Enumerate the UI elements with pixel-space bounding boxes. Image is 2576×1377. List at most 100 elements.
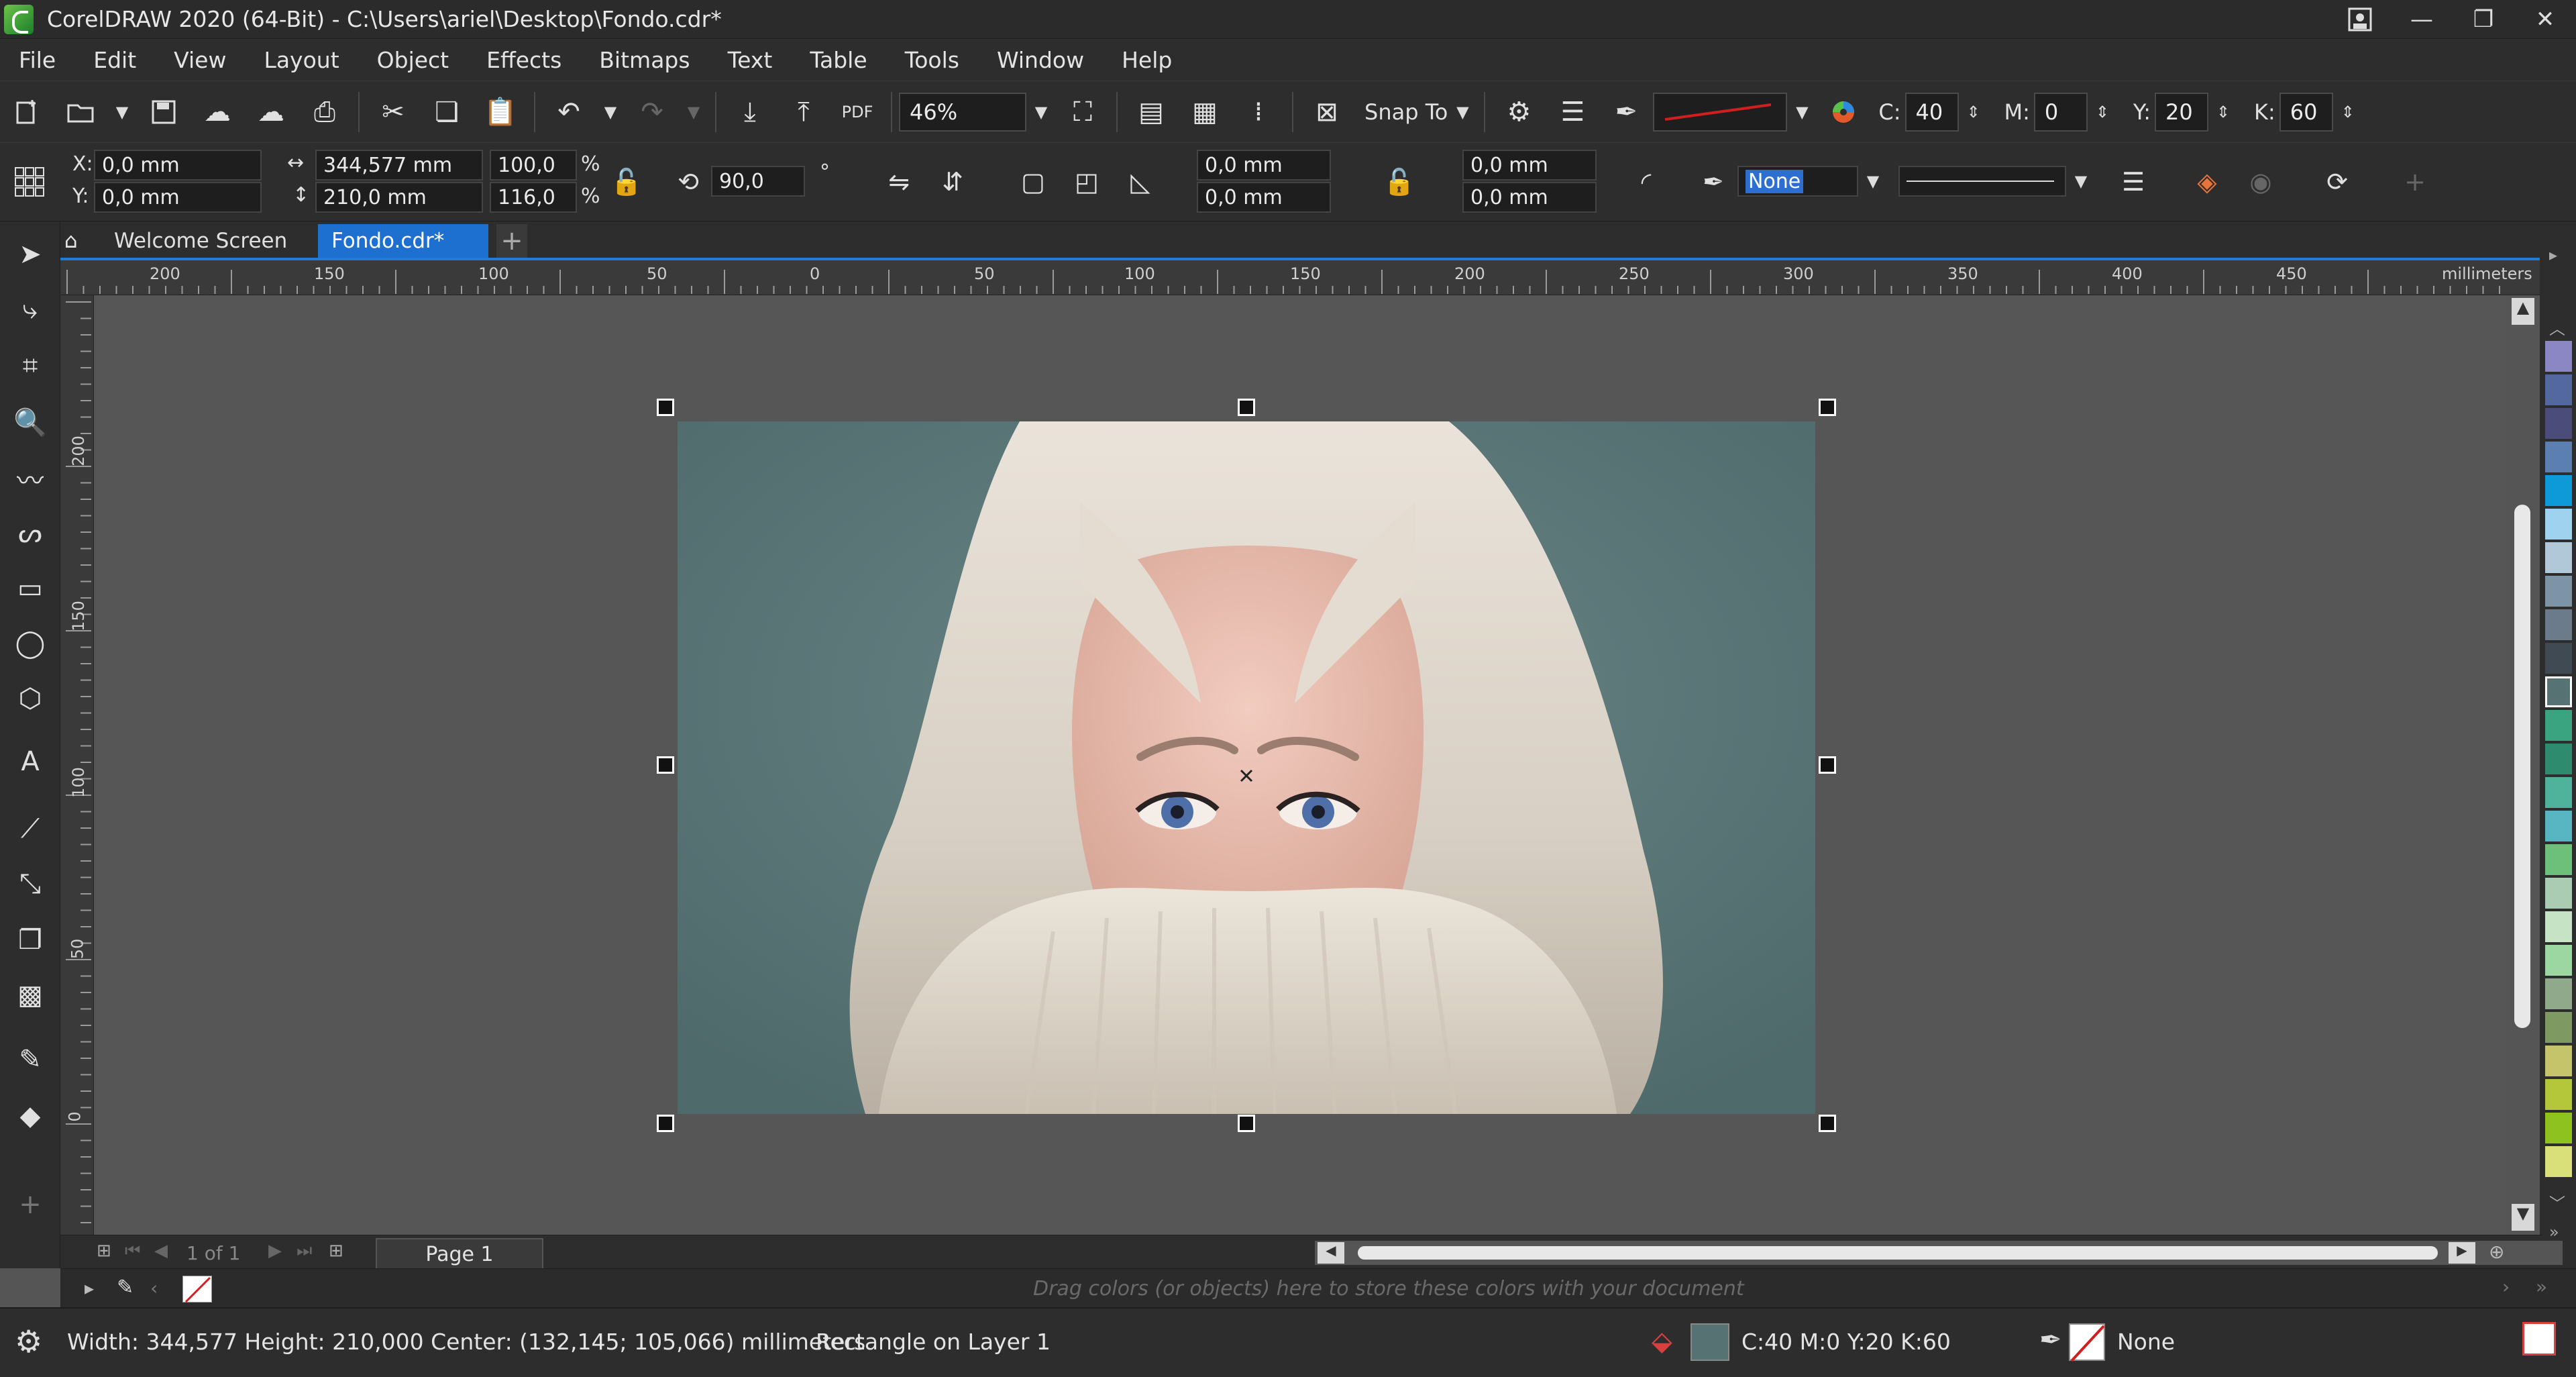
palette-color-swatch[interactable] (2545, 1146, 2572, 1177)
resize-handle-right[interactable] (1819, 756, 1836, 774)
eyedropper-icon[interactable]: ✎ (117, 1276, 133, 1299)
resize-handle-bottom-left[interactable] (657, 1115, 674, 1132)
corner-radius-bottom-right-input[interactable]: 0,0 mm (1462, 182, 1597, 213)
corner-radius-top-left-input[interactable]: 0,0 mm (1197, 150, 1331, 181)
scale-height-input[interactable]: 116,0 (490, 182, 577, 213)
portrait-photo[interactable] (678, 421, 1815, 1114)
y-position-input[interactable]: 0,0 mm (94, 182, 262, 213)
corner-radius-top-right-input[interactable]: 0,0 mm (1462, 150, 1597, 181)
palette-color-swatch[interactable] (2545, 509, 2572, 540)
palette-scroll-down-icon[interactable]: ﹀ (2549, 1190, 2565, 1214)
outline-width-dropdown[interactable]: None (1737, 166, 1858, 197)
pen-icon[interactable]: ✒ (1599, 85, 1653, 139)
menu-object[interactable]: Object (358, 47, 468, 73)
shape-tool-icon[interactable]: ⤷ (7, 286, 54, 333)
eyedropper-tool-icon[interactable]: ✎ (7, 1036, 54, 1083)
undo-icon[interactable]: ↶ (542, 85, 596, 139)
dimension-tool-icon[interactable]: ⟋ (7, 805, 54, 852)
palette-color-swatch[interactable] (2545, 442, 2572, 472)
outline-pen-icon[interactable]: ✒ (1693, 162, 1733, 202)
add-tab-button[interactable]: + (496, 224, 527, 258)
chevron-down-icon[interactable]: ▼ (1448, 93, 1477, 132)
wrap-text-icon[interactable]: ☰ (2113, 162, 2153, 202)
zoom-level-field[interactable]: 46% (899, 92, 1026, 132)
add-icon[interactable]: + (2395, 162, 2435, 202)
scroll-down-button[interactable]: ▼ (2512, 1204, 2534, 1231)
scroll-up-button[interactable]: ▲ (2512, 298, 2534, 325)
publish-pdf-icon[interactable]: PDF (830, 85, 884, 139)
palette-scroll-up-icon[interactable]: ︿ (2549, 315, 2565, 339)
color-wheel-icon[interactable] (1817, 85, 1870, 139)
show-rulers-icon[interactable]: ▤ (1124, 85, 1178, 139)
align-distribute-icon[interactable]: ☰ (1546, 85, 1599, 139)
menu-effects[interactable]: Effects (468, 47, 580, 73)
menu-layout[interactable]: Layout (245, 47, 358, 73)
scroll-right-button[interactable]: ▶ (2449, 1242, 2475, 1264)
print-icon[interactable]: ⎙ (298, 85, 352, 139)
tab-fondo-cdr[interactable]: Fondo.cdr* (318, 224, 488, 258)
menu-edit[interactable]: Edit (74, 47, 155, 73)
palette-color-swatch[interactable] (2545, 911, 2572, 942)
convert-to-curves-icon[interactable]: ⟳ (2317, 162, 2357, 202)
palette-color-swatch[interactable] (2545, 341, 2572, 372)
chevron-down-icon[interactable]: ▼ (2066, 162, 2096, 201)
chevron-down-icon[interactable]: ▼ (1026, 93, 1056, 132)
palette-color-swatch[interactable] (2545, 1113, 2572, 1143)
copy-icon[interactable]: ❏ (420, 85, 474, 139)
palette-expand-icon[interactable]: ▸ (2549, 246, 2557, 264)
object-origin-icon[interactable] (9, 162, 50, 202)
vertical-ruler[interactable]: 200 150 100 50 0 (60, 295, 94, 1235)
pick-tool-icon[interactable]: ➤ (7, 231, 54, 278)
page-tab-1[interactable]: Page 1 (376, 1238, 543, 1269)
polygon-tool-icon[interactable]: ⬡ (7, 675, 54, 722)
open-folder-icon[interactable] (54, 85, 107, 139)
magenta-input[interactable]: 0 (2033, 92, 2088, 132)
palette-more-icon[interactable]: » (2549, 1223, 2559, 1241)
mirror-horizontal-icon[interactable]: ⇋ (879, 162, 919, 202)
menu-table[interactable]: Table (791, 47, 885, 73)
lock-corners-icon[interactable]: 🔓 (1379, 162, 1419, 202)
ellipse-tool-icon[interactable]: ◯ (7, 620, 54, 667)
black-input[interactable]: 60 (2279, 92, 2333, 132)
snap-to-dropdown[interactable]: Snap To (1364, 99, 1448, 125)
magenta-spinner[interactable]: ⇕ (2088, 93, 2117, 132)
to-front-icon[interactable]: ◈ (2187, 162, 2227, 202)
palette-color-swatch[interactable] (2545, 710, 2572, 741)
relative-corner-scaling-icon[interactable]: ◜ (1626, 162, 1666, 202)
cut-icon[interactable]: ✂ (366, 85, 420, 139)
palette-color-swatch[interactable] (2545, 744, 2572, 774)
interactive-fill-tool-icon[interactable]: ◆ (7, 1092, 54, 1139)
document-palette-expand-icon[interactable]: ▸ (85, 1277, 94, 1299)
color-proof-icon[interactable] (2522, 1322, 2556, 1356)
resize-handle-top-right[interactable] (1819, 399, 1836, 416)
document-palette-scroll-right-icon[interactable]: › (2502, 1276, 2510, 1298)
resize-handle-top-left[interactable] (657, 399, 674, 416)
options-gear-icon[interactable]: ⚙ (1492, 85, 1546, 139)
menu-window[interactable]: Window (978, 47, 1103, 73)
palette-color-swatch[interactable] (2545, 878, 2572, 909)
chevron-down-icon[interactable]: ▼ (1858, 162, 1888, 201)
close-button[interactable]: ✕ (2514, 0, 2576, 39)
drop-shadow-tool-icon[interactable]: ❐ (7, 917, 54, 964)
yellow-spinner[interactable]: ⇕ (2208, 93, 2238, 132)
palette-color-swatch[interactable] (2545, 777, 2572, 808)
chevron-down-icon[interactable]: ▼ (1787, 93, 1817, 132)
last-page-icon[interactable]: ⏭ (297, 1241, 312, 1262)
palette-color-swatch[interactable] (2545, 408, 2572, 439)
vertical-scrollbar[interactable]: ▲ ▼ (2506, 295, 2540, 1235)
object-width-input[interactable]: 344,577 mm (315, 150, 483, 181)
palette-color-swatch[interactable] (2545, 676, 2572, 707)
horizontal-ruler[interactable]: 200 150 100 50 0 50 100 150 200 250 300 … (60, 258, 2542, 295)
text-tool-icon[interactable]: A (7, 738, 54, 785)
no-color-swatch[interactable] (182, 1276, 212, 1303)
chamfered-corner-icon[interactable]: ◺ (1120, 162, 1161, 202)
outline-color-swatch[interactable] (2069, 1323, 2105, 1362)
document-palette-more-icon[interactable]: » (2536, 1276, 2547, 1298)
freehand-tool-icon[interactable]: 〰 (7, 455, 54, 502)
zoom-navigator-icon[interactable]: ⊕ (2489, 1241, 2504, 1263)
palette-color-swatch[interactable] (2545, 609, 2572, 640)
cloud-upload-icon[interactable]: ☁ (244, 85, 298, 139)
home-icon[interactable]: ⌂ (60, 224, 101, 258)
vertical-scroll-thumb[interactable] (2514, 505, 2530, 1028)
menu-text[interactable]: Text (709, 47, 792, 73)
